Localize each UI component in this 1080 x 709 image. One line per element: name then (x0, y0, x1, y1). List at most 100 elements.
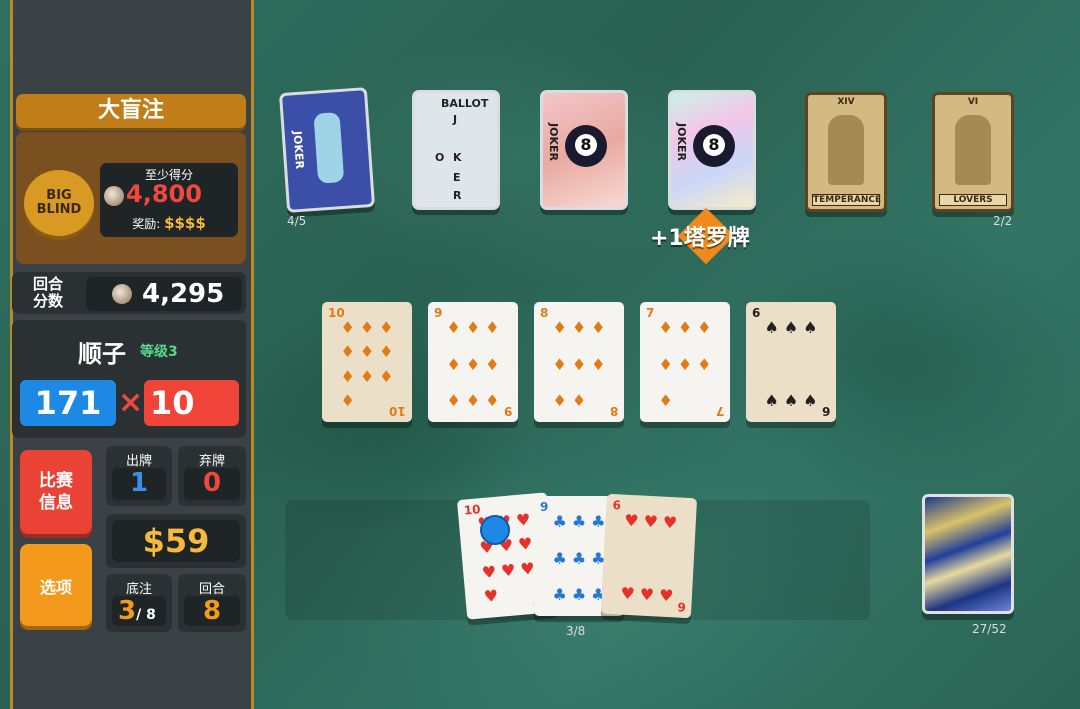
suit-pip: ♠ (764, 318, 779, 337)
suit-pip: ♥ (517, 534, 534, 555)
discards-label: 弃牌 (198, 454, 225, 469)
tarot-card-temperance[interactable]: XIV TEMPERANCE (805, 92, 887, 212)
suit-pip: ♥ (639, 584, 655, 605)
suit-pip: ♦ (697, 318, 712, 337)
suit-pip: ♦ (677, 318, 693, 337)
playing-card[interactable]: 7 7 ♦ ♦ ♦ ♦ ♦ ♦ ♦ (640, 302, 730, 422)
suit-pip: ♥ (623, 510, 640, 531)
suit-pip: ♦ (359, 318, 375, 337)
card-rank: 6 (752, 306, 761, 320)
big-blind-chip: BIG BLIND (24, 170, 94, 236)
suit-pip: ♥ (515, 509, 532, 531)
suit-pip: ♣ (571, 512, 587, 531)
chips-value: 171 (34, 384, 102, 422)
score-coin-icon (104, 186, 124, 206)
suit-pip: ♦ (340, 342, 355, 362)
playing-card[interactable]: 10 10 ♦ ♦ ♦ ♦ ♦ ♦ ♦ ♦ ♦ ♦ (322, 302, 412, 422)
suit-pip: ♦ (465, 318, 481, 337)
card-rank-bottom: 6 (676, 599, 686, 614)
suit-pip: ♦ (340, 390, 355, 410)
suit-pip: ♥ (658, 585, 674, 606)
card-pips: ♠ ♠ ♠ ♠ ♠ ♠ (762, 318, 820, 410)
joker-card-4[interactable]: JOKER 8 (668, 90, 756, 210)
suit-pip: ♦ (571, 318, 587, 337)
suit-pip: ♦ (485, 318, 500, 337)
ante-display: 3/ 8 (118, 596, 156, 626)
target-score-value: 4,800 (126, 180, 202, 208)
eight-ball-icon: 8 (565, 125, 607, 167)
joker-card-1[interactable]: JOKER (278, 87, 376, 213)
tarot-figure-icon (828, 115, 864, 185)
suit-pip: ♠ (783, 318, 799, 337)
joker-2-letter-j: J (453, 113, 458, 126)
suit-pip: ♦ (359, 366, 375, 386)
joker-card-2[interactable]: BALLOT J O K E R (412, 90, 500, 210)
playing-card[interactable]: 8 8 ♦ ♦ ♦ ♦ ♦ ♦ ♦ ♦ (534, 302, 624, 422)
eight-ball-number: 8 (703, 134, 725, 156)
suit-pip: ♦ (465, 391, 481, 410)
run-info-label[interactable]: 比赛 信息 (20, 470, 92, 514)
card-rank: 9 (540, 500, 549, 514)
card-pips: ♥ ♥ ♥ ♥ ♥ ♥ (618, 511, 681, 606)
tarot-1-numeral: XIV (837, 97, 855, 107)
suit-pip: ♦ (379, 342, 394, 362)
reward: 奖励: $$$$ (100, 214, 238, 232)
joker-3-name: JOKER (547, 123, 560, 161)
card-rank-bottom: 9 (503, 404, 512, 418)
deck[interactable] (922, 494, 1014, 614)
joker-2-letter-o: O (435, 151, 445, 164)
hand-name: 顺子 (78, 340, 126, 368)
joker-card-3[interactable]: JOKER 8 (540, 90, 628, 210)
suit-pip: ♣ (552, 548, 567, 568)
card-pips: ♦ ♦ ♦ ♦ ♦ ♦ ♦ (656, 318, 714, 410)
suit-pip: ♠ (783, 391, 799, 410)
card-rank: 8 (540, 306, 549, 320)
deck-count: 27/52 (972, 622, 1007, 636)
suit-pip: ♣ (571, 548, 587, 568)
tarot-1-name: TEMPERANCE (812, 194, 882, 206)
joker-2-letter-k: K (453, 151, 462, 164)
bottle-icon (313, 112, 345, 184)
consumable-count: 2/2 (993, 214, 1013, 228)
suit-pip: ♦ (591, 354, 606, 374)
playing-card[interactable]: 6 6 ♠ ♠ ♠ ♠ ♠ ♠ (746, 302, 836, 422)
suit-pip: ♥ (483, 585, 500, 607)
options-label[interactable]: 选项 (20, 574, 92, 598)
suit-pip: ♦ (446, 391, 461, 410)
suit-pip: ♦ (379, 366, 394, 386)
suit-pip: ♦ (552, 391, 567, 410)
ante-label: 底注 (125, 582, 152, 597)
suit-pip: ♦ (571, 354, 587, 374)
round-count-label: 回合 (198, 582, 225, 597)
suit-pip: ♣ (571, 585, 587, 604)
suit-pip: ♦ (552, 318, 567, 337)
suit-pip: ♦ (379, 318, 394, 337)
card-pips: ♦ ♦ ♦ ♦ ♦ ♦ ♦ ♦ ♦ ♦ (338, 318, 396, 410)
card-pips: ♦ ♦ ♦ ♦ ♦ ♦ ♦ ♦ (550, 318, 608, 410)
joker-1-mark: JOKER (290, 130, 307, 170)
suit-pip: ♥ (662, 512, 678, 533)
suit-pip: ♥ (500, 560, 517, 581)
hands-label: 出牌 (125, 454, 152, 469)
playing-card[interactable]: 9 9 ♦ ♦ ♦ ♦ ♦ ♦ ♦ ♦ ♦ (428, 302, 518, 422)
card-rank: 6 (612, 498, 622, 513)
round-coin-icon (112, 284, 132, 304)
playing-card[interactable]: 6 6 ♥ ♥ ♥ ♥ ♥ ♥ (600, 493, 698, 619)
suit-pip: ♦ (591, 318, 606, 337)
suit-pip: ♥ (643, 511, 659, 532)
tarot-popup: +1塔罗牌 (650, 226, 750, 251)
suit-pip: ♦ (446, 318, 461, 337)
card-rank-bottom: 8 (609, 404, 618, 418)
hands-value: 1 (129, 468, 149, 498)
tarot-2-name: LOVERS (939, 194, 1007, 206)
suit-pip: ♠ (803, 391, 818, 410)
card-pips: ♦ ♦ ♦ ♦ ♦ ♦ ♦ ♦ ♦ (444, 318, 502, 410)
joker-2-name: BALLOT (441, 97, 489, 110)
tarot-figure-icon (955, 115, 991, 185)
suit-pip: ♣ (552, 585, 567, 604)
suit-pip: ♥ (620, 583, 636, 604)
tarot-2-numeral: VI (967, 97, 979, 107)
mult-value: 10 (150, 384, 195, 422)
tarot-card-lovers[interactable]: VI LOVERS (932, 92, 1014, 212)
suit-pip: ♦ (658, 354, 673, 374)
